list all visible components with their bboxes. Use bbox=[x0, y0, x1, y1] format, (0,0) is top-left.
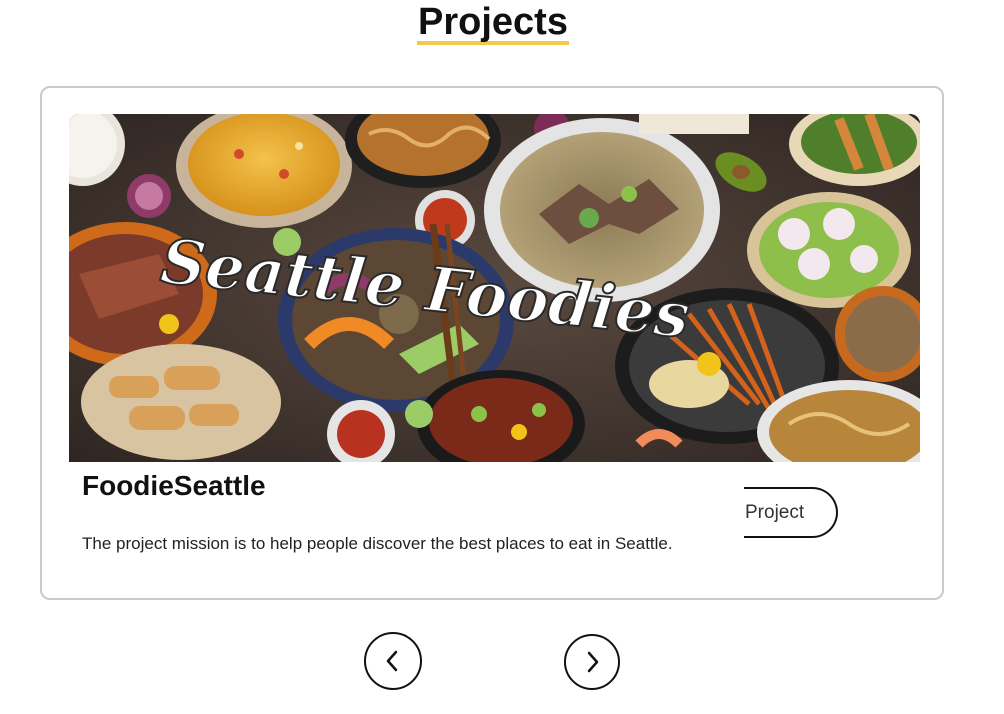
page: Projects Seattle Foodies FoodieSeattle T… bbox=[0, 0, 1004, 714]
project-card: Seattle Foodies FoodieSeattle The projec… bbox=[40, 86, 944, 600]
chevron-right-icon bbox=[587, 651, 599, 673]
carousel-prev-button[interactable] bbox=[364, 632, 422, 690]
project-image: Seattle Foodies bbox=[69, 114, 920, 462]
carousel-next-button[interactable] bbox=[564, 634, 620, 690]
project-title: FoodieSeattle bbox=[82, 470, 266, 501]
page-title: Projects bbox=[0, 0, 986, 45]
food-collage-image: Seattle Foodies bbox=[69, 114, 920, 462]
project-description: The project mission is to help people di… bbox=[82, 534, 673, 553]
chevron-left-icon bbox=[386, 650, 398, 672]
page-title-text: Projects bbox=[417, 1, 569, 45]
project-button[interactable]: Project bbox=[744, 487, 838, 538]
